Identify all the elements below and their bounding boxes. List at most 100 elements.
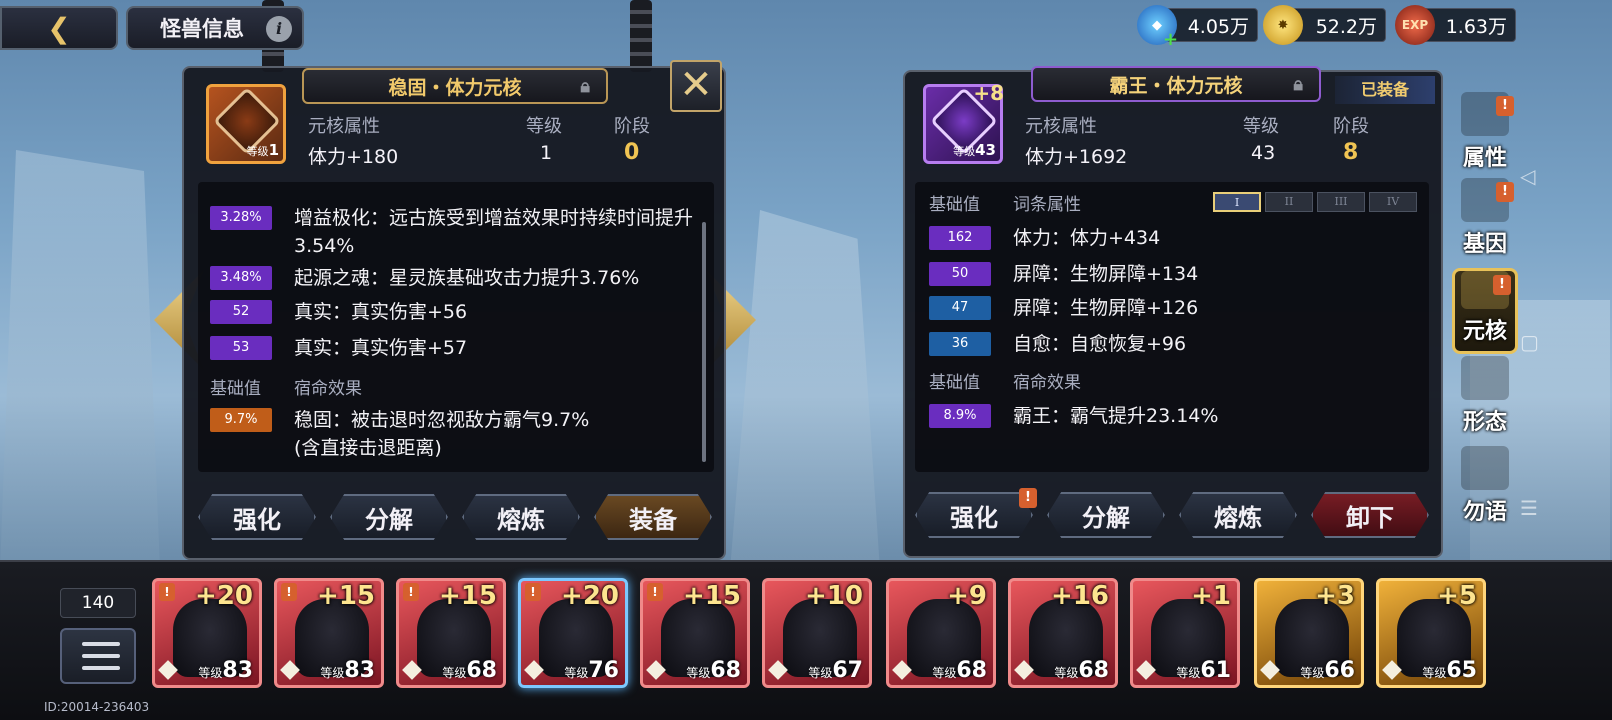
candidate-core-title: 稳固・体力元核 <box>388 76 522 99</box>
monster-card[interactable]: ! +15 等级83 <box>274 578 384 688</box>
smelt-label: 熔炼 <box>1214 503 1262 532</box>
fate-base-header: 基础值 <box>210 379 261 399</box>
tab-label: 勿语 <box>1462 500 1507 525</box>
fate-text: 霸王：霸气提升23.14% <box>1013 405 1219 427</box>
smelt-label: 熔炼 <box>497 505 545 534</box>
monster-card[interactable]: +16 等级68 <box>1008 578 1118 688</box>
monster-plus: +15 <box>439 581 497 611</box>
monster-plus: +10 <box>805 581 863 611</box>
monster-card[interactable]: +5 等级65 <box>1376 578 1486 688</box>
tab-genes[interactable]: 基因 ! <box>1452 178 1518 264</box>
attr-value: 体力+1692 <box>1025 146 1128 168</box>
stage-header: 阶段 <box>614 116 650 137</box>
list-icon <box>82 666 120 670</box>
back-button[interactable]: ❮ <box>0 6 118 50</box>
affix-badge: 3.28% <box>210 206 272 230</box>
list-item: 3.48% 起源之魂：星灵族基础攻击力提升3.76% <box>198 264 714 292</box>
core-level-label: 等级1 <box>246 141 279 159</box>
monster-card[interactable]: +1 等级61 <box>1130 578 1240 688</box>
currency-gold[interactable]: ✸ 52.2万 <box>1263 5 1386 45</box>
monster-level: 等级68 <box>1054 658 1109 683</box>
monster-card[interactable]: +10 等级67 <box>762 578 872 688</box>
home-square-icon[interactable]: ▢ <box>1520 330 1539 354</box>
monster-level: 等级68 <box>686 658 741 683</box>
lock-icon[interactable]: 🔒︎ <box>1293 74 1303 95</box>
list-icon <box>82 642 120 646</box>
tab-attributes[interactable]: 属性 ! <box>1452 92 1518 178</box>
background-ruin <box>730 210 880 570</box>
fate-subtext: (含直接击退距离) <box>294 437 442 459</box>
affix-text: 起源之魂：星灵族基础攻击力提升3.76% <box>294 267 640 289</box>
decompose-button[interactable]: 分解 <box>330 494 448 540</box>
monster-card[interactable]: ! +15 等级68 <box>640 578 750 688</box>
decompose-button[interactable]: 分解 <box>1047 492 1165 538</box>
unequip-button[interactable]: 卸下 <box>1311 492 1429 538</box>
monster-plus: +3 <box>1315 581 1355 611</box>
tier-tabs: I II III IV <box>1213 192 1417 212</box>
tier-tab[interactable]: II <box>1265 192 1313 212</box>
equipped-core-title: 霸王・体力元核 <box>1109 74 1243 97</box>
currency-gold-value: 52.2万 <box>1315 15 1377 38</box>
monster-plus: +16 <box>1051 581 1109 611</box>
fate-base-header: 基础值 <box>929 373 980 393</box>
monster-level: 等级76 <box>564 658 619 683</box>
currency-exp[interactable]: EXP 1.63万 <box>1395 5 1516 45</box>
affix-badge: 36 <box>929 332 991 356</box>
affix-list[interactable]: 3.28% 增益极化：远古族受到增益效果时持续时间提升3.54% 3.48% 起… <box>198 182 714 472</box>
tier-tab[interactable]: III <box>1317 192 1365 212</box>
affix-text: 自愈：自愈恢复+96 <box>1013 333 1187 355</box>
tier-tab[interactable]: IV <box>1369 192 1417 212</box>
monster-count: 140 <box>60 588 136 618</box>
add-icon[interactable]: + <box>1163 29 1178 50</box>
menu-lines-icon[interactable]: ☰ <box>1520 496 1538 520</box>
stage-value: 0 <box>624 140 640 165</box>
back-triangle-icon[interactable]: ◁ <box>1520 164 1535 188</box>
equip-button[interactable]: 装备 <box>594 494 712 540</box>
enhance-label: 强化 <box>233 505 281 534</box>
tab-form[interactable]: 形态 <box>1452 356 1518 442</box>
unequip-label: 卸下 <box>1346 503 1394 532</box>
tab-whisper[interactable]: 勿语 <box>1452 446 1518 532</box>
scrollbar[interactable] <box>702 222 706 462</box>
affix-badge: 50 <box>929 262 991 286</box>
monster-level: 等级67 <box>808 658 863 683</box>
enhance-button[interactable]: 强化 <box>198 494 316 540</box>
monster-card[interactable]: +3 等级66 <box>1254 578 1364 688</box>
alert-icon: ! <box>1019 488 1037 508</box>
attr-value: 体力+180 <box>308 146 399 168</box>
monster-plus: +15 <box>683 581 741 611</box>
level-header: 等级 <box>1243 116 1279 137</box>
page-title-box: 怪兽信息 i <box>126 6 304 50</box>
whisper-icon <box>1461 446 1509 490</box>
currency-gems[interactable]: ◆ + 4.05万 <box>1137 5 1258 50</box>
equipped-badge: 已装备 <box>1335 76 1435 104</box>
monster-card[interactable]: ! +20 等级83 <box>152 578 262 688</box>
monster-plus: +20 <box>195 581 253 611</box>
monster-level: 等级66 <box>1300 658 1355 683</box>
monster-plus: +9 <box>947 581 987 611</box>
list-item: 50 屏障：生物屏障+134 <box>915 260 1429 288</box>
candidate-core-title-bar: 稳固・体力元核 🔒︎ <box>302 68 608 104</box>
list-item: 52 真实：真实伤害+56 <box>198 298 714 326</box>
equipped-core-panel: 霸王・体力元核 🔒︎ 已装备 +8 等级43 元核属性 等级 阶段 体力+169… <box>903 66 1443 558</box>
affix-badge: 3.48% <box>210 266 272 290</box>
monster-card-selected[interactable]: ! +20 等级76 <box>518 578 628 688</box>
list-item: 36 自愈：自愈恢复+96 <box>915 330 1429 358</box>
lock-icon[interactable]: 🔒︎ <box>580 76 590 97</box>
alert-icon: ! <box>281 583 297 601</box>
tier-tab[interactable]: I <box>1213 192 1261 212</box>
core-plus-label: +8 <box>973 81 1004 105</box>
info-icon[interactable]: i <box>266 16 292 42</box>
monster-card[interactable]: ! +15 等级68 <box>396 578 506 688</box>
back-arrow-icon: ❮ <box>47 11 71 45</box>
close-icon[interactable]: ✕ <box>670 60 722 112</box>
affix-list[interactable]: 基础值 词条属性 I II III IV 162 体力：体力+434 50 屏障… <box>915 182 1429 472</box>
monster-card[interactable]: +9 等级68 <box>886 578 996 688</box>
list-menu-button[interactable] <box>60 628 136 684</box>
chain-decoration <box>630 0 652 72</box>
tab-core[interactable]: 元核 ! <box>1452 268 1518 354</box>
smelt-button[interactable]: 熔炼 <box>1179 492 1297 538</box>
smelt-button[interactable]: 熔炼 <box>462 494 580 540</box>
enhance-button[interactable]: 强化 <box>915 492 1033 538</box>
affix-text: 真实：真实伤害+56 <box>294 301 468 323</box>
